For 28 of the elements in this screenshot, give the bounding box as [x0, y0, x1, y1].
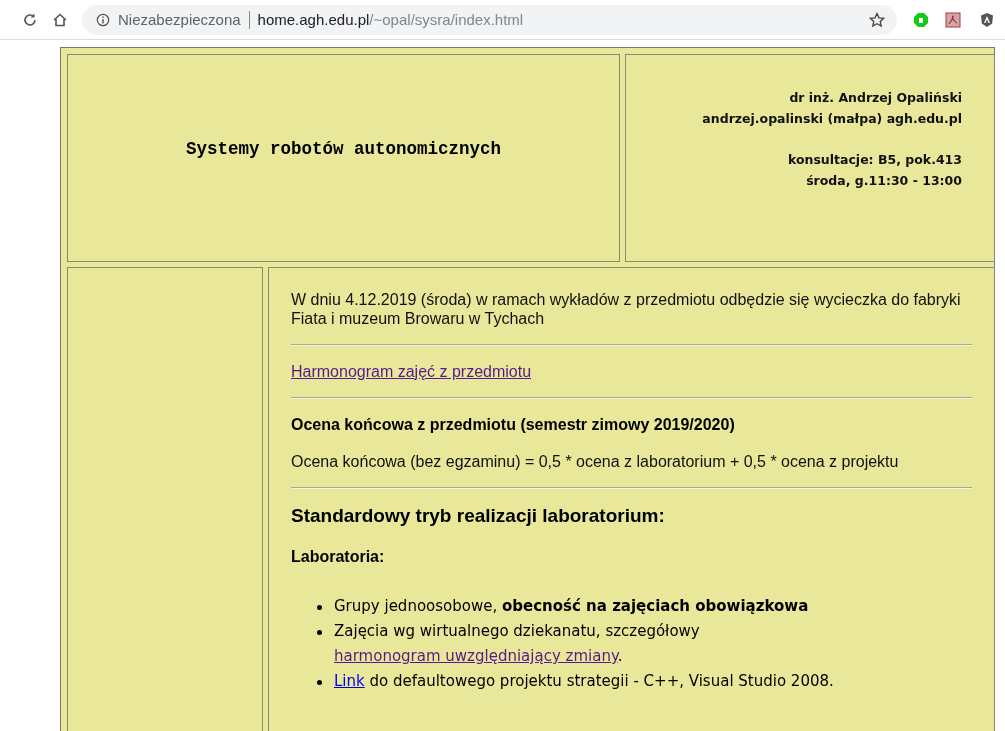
security-label: Niezabezpieczona	[118, 11, 241, 28]
list-item: Grupy jednoosobowe, obecność na zajęciach obowiązkowa	[334, 596, 809, 617]
inline-link[interactable]: Link	[334, 672, 365, 690]
office-hours-line: konsultacje: B5, pok.413	[787, 151, 962, 169]
section-heading: Standardowy tryb realizacji laboratorium:	[291, 505, 666, 527]
list-item: Zajęcia wg wirtualnego dziekanatu, szczegółowy harmonogram uwzględniający zmiany.	[334, 621, 701, 667]
shield-icon[interactable]	[979, 11, 995, 28]
list-item: Link do defaultowego projektu strategii - C++, Visual Studio 2008.	[334, 671, 834, 692]
office-hours-line: środa, g.11:30 - 13:00	[806, 172, 962, 190]
pdf-icon[interactable]	[945, 11, 961, 28]
subheading: Ocena końcowa z przedmiotu (semestr zimowy 2019/2020)	[291, 415, 736, 434]
contact-line: dr inż. Andrzej Opaliński	[789, 89, 962, 107]
home-icon[interactable]	[52, 11, 68, 28]
reload-icon[interactable]	[22, 11, 38, 28]
schedule-link[interactable]: Harmonogram zajęć z przedmiotu	[291, 363, 532, 380]
address-bar[interactable]: Niezabezpieczona home.agh.edu.pl/~opal/sysra/index.html	[82, 4, 897, 35]
inline-link[interactable]: harmonogram uwzględniający zmiany	[334, 647, 618, 665]
bullet-icon	[317, 680, 322, 685]
paragraph: W dniu 4.12.2019 (środa) w ramach wykładów z przedmiotu odbędzie się wycieczka do fabryki Fiata i muzeum Browaru w Tychach	[291, 290, 962, 328]
course-title: Systemy robotów autonomicznych	[185, 139, 502, 159]
paragraph: Ocena końcowa (bez egzaminu) = 0,5 * ocena z laboratorium + 0,5 * ocena z projektu	[291, 452, 900, 471]
info-icon[interactable]	[96, 12, 110, 27]
contact-line: andrzej.opalinski (małpa) agh.edu.pl	[702, 110, 962, 128]
star-icon[interactable]	[869, 11, 885, 28]
subheading: Laboratoria:	[291, 547, 386, 566]
url-text: home.agh.edu.pl/~opal/sysra/index.html	[257, 11, 525, 28]
bullet-icon	[317, 605, 322, 610]
bullet-icon	[317, 630, 322, 635]
